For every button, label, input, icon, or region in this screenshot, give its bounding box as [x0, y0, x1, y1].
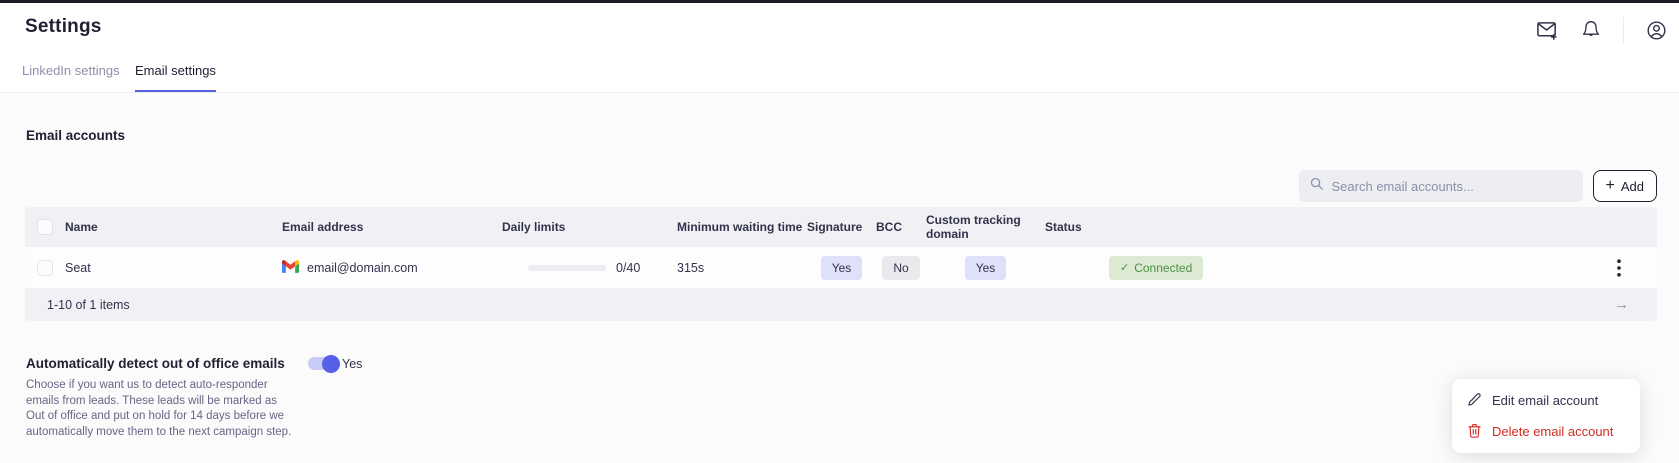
col-header-email-address: Email address — [282, 220, 502, 234]
col-header-custom-tracking-domain: Custom tracking domain — [926, 213, 1045, 241]
trash-icon — [1467, 423, 1482, 441]
table-row: Seat email@domain.com 0/40 315s — [25, 247, 1657, 288]
table-header-row: Name Email address Daily limits Minimum … — [25, 207, 1657, 247]
add-email-account-button[interactable]: + Add — [1593, 170, 1657, 202]
col-header-name: Name — [65, 220, 282, 234]
search-box[interactable] — [1299, 170, 1583, 202]
header-actions — [1536, 17, 1667, 43]
tab-linkedin-settings[interactable]: LinkedIn settings — [22, 63, 120, 90]
out-of-office-description: Choose if you want us to detect auto-res… — [26, 378, 296, 441]
out-of-office-toggle[interactable]: Yes — [308, 357, 362, 371]
section-heading-email-accounts: Email accounts — [26, 128, 125, 143]
email-accounts-table: Name Email address Daily limits Minimum … — [25, 207, 1657, 321]
email-settings-panel: Email accounts + Add Name Email address … — [0, 94, 1679, 463]
col-header-daily-limits: Daily limits — [502, 220, 677, 234]
delete-menu-label: Delete email account — [1492, 424, 1613, 439]
row-checkbox[interactable] — [37, 260, 53, 276]
edit-pencil-icon — [1467, 392, 1482, 410]
col-header-minimum-waiting-time: Minimum waiting time — [677, 220, 807, 234]
signature-badge: Yes — [821, 256, 863, 280]
status-badge-label: Connected — [1134, 261, 1192, 275]
toggle-label: Yes — [342, 357, 362, 371]
user-avatar-icon[interactable] — [1646, 20, 1667, 41]
col-header-status: Status — [1045, 220, 1233, 234]
daily-limit-progress-bar — [528, 265, 606, 271]
status-badge: ✓ Connected — [1109, 256, 1203, 280]
page-title: Settings — [25, 16, 102, 38]
compose-mail-icon[interactable] — [1536, 19, 1559, 42]
delete-email-account-menu-item[interactable]: Delete email account — [1452, 416, 1640, 447]
gmail-icon — [282, 260, 299, 276]
col-header-signature: Signature — [807, 220, 876, 234]
col-header-bcc: BCC — [876, 220, 926, 234]
window-top-edge — [0, 0, 1679, 3]
toggle-knob — [322, 355, 340, 373]
table-footer-row: 1-10 of 1 items → — [25, 288, 1657, 321]
edit-email-account-menu-item[interactable]: Edit email account — [1452, 385, 1640, 416]
daily-limit-value: 0/40 — [616, 261, 640, 275]
row-minimum-waiting-time: 315s — [677, 261, 807, 275]
pagination-next-arrow[interactable]: → — [1233, 296, 1657, 313]
header-divider — [1623, 17, 1624, 43]
toggle-switch-on[interactable] — [308, 357, 338, 370]
check-icon: ✓ — [1120, 261, 1129, 274]
settings-tabs: LinkedIn settings Email settings — [0, 58, 1679, 93]
add-button-label: Add — [1621, 179, 1644, 194]
row-name: Seat — [65, 261, 282, 275]
row-email-address: email@domain.com — [307, 261, 418, 275]
out-of-office-setting: Automatically detect out of office email… — [26, 356, 586, 441]
out-of-office-title: Automatically detect out of office email… — [26, 356, 308, 371]
table-toolbar: + Add — [1299, 170, 1657, 202]
bcc-badge: No — [882, 256, 919, 280]
plus-icon: + — [1606, 177, 1615, 195]
custom-tracking-domain-badge: Yes — [965, 256, 1007, 280]
select-all-checkbox[interactable] — [37, 219, 53, 235]
row-actions-menu: Edit email account Delete email account — [1452, 379, 1640, 453]
row-actions-kebab-icon[interactable] — [1613, 257, 1625, 279]
search-email-accounts-input[interactable] — [1332, 179, 1573, 194]
search-icon — [1309, 176, 1324, 196]
pagination-count: 1-10 of 1 items — [25, 298, 282, 312]
edit-menu-label: Edit email account — [1492, 393, 1598, 408]
notifications-bell-icon[interactable] — [1581, 20, 1601, 40]
tab-email-settings[interactable]: Email settings — [135, 63, 216, 92]
